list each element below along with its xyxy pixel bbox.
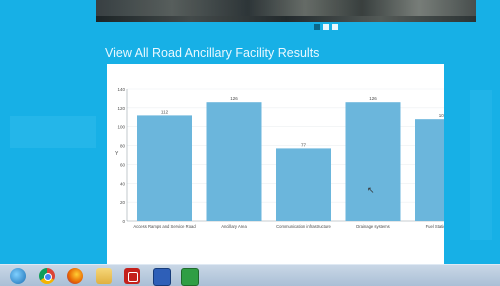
bar: [415, 119, 444, 221]
y-axis-label: Y: [115, 151, 119, 157]
y-tick-label: 140: [117, 87, 125, 92]
carousel-dot-2[interactable]: [323, 24, 329, 30]
x-tick-label: Drainage systems: [356, 224, 390, 229]
banner-image: [96, 0, 476, 22]
y-tick-label: 60: [120, 162, 126, 167]
side-panel: [10, 116, 96, 148]
x-tick-label: Fuel Stations an...: [426, 224, 444, 229]
spreadsheet-icon[interactable]: [181, 268, 199, 286]
start-icon[interactable]: [10, 268, 26, 284]
bar: [206, 102, 262, 221]
folder-icon[interactable]: [96, 268, 112, 284]
bar: [345, 102, 401, 221]
y-tick-label: 40: [120, 181, 126, 186]
x-tick-label: Ancillary Area: [221, 224, 247, 229]
chrome-icon[interactable]: [39, 268, 55, 284]
y-tick-label: 20: [120, 200, 126, 205]
y-tick-label: 120: [117, 106, 125, 111]
carousel-dot-3[interactable]: [332, 24, 338, 30]
taskbar: [0, 264, 500, 286]
carousel-indicators: [314, 24, 338, 30]
y-tick-label: 80: [120, 144, 126, 149]
page: View All Road Ancillary Facility Results…: [0, 0, 500, 286]
pdf-icon[interactable]: [124, 268, 140, 284]
x-tick-label: Communication infrastructure: [276, 224, 331, 229]
bar: [276, 148, 331, 221]
data-label: 108: [439, 113, 444, 118]
bar: [137, 115, 192, 221]
data-label: 126: [230, 96, 238, 101]
data-label: 112: [161, 109, 169, 114]
scrollbar[interactable]: [470, 90, 492, 240]
data-label: 126: [369, 96, 377, 101]
x-tick-label: Access Ramps and Service Road: [133, 224, 196, 229]
chart-card: 0 20 40 60 80 100 120 140 Y 112 Access Ramps and S…: [107, 64, 444, 266]
bar-chart: 0 20 40 60 80 100 120 140 Y 112 Access Ramps and S…: [115, 87, 444, 229]
mouse-cursor-icon: ↖: [367, 185, 375, 195]
y-tick-label: 100: [117, 125, 125, 130]
firefox-icon[interactable]: [67, 268, 83, 284]
data-label: 77: [301, 142, 307, 147]
app-icon[interactable]: [153, 268, 171, 286]
y-tick-label: 0: [122, 219, 125, 224]
page-title: View All Road Ancillary Facility Results: [105, 46, 320, 60]
carousel-dot-1[interactable]: [314, 24, 320, 30]
